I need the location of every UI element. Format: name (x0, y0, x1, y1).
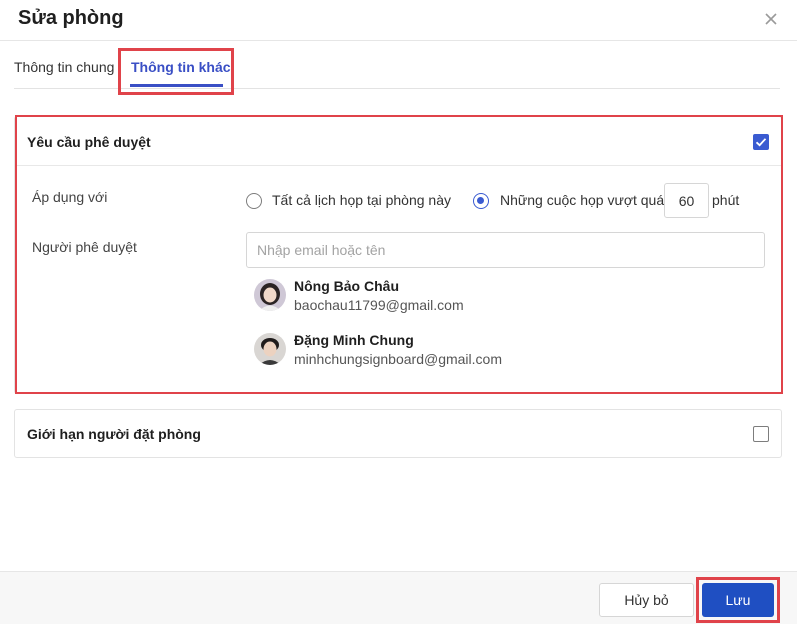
save-highlight-box (696, 577, 780, 623)
close-icon[interactable] (762, 10, 780, 28)
limit-checkbox[interactable] (753, 426, 769, 442)
tab-general-info[interactable]: Thông tin chung (14, 59, 114, 75)
approval-highlight-box (15, 115, 783, 394)
limit-section-title: Giới hạn người đặt phòng (27, 426, 201, 442)
dialog-title: Sửa phòng (18, 7, 124, 29)
tab-highlight-box (118, 48, 234, 95)
header-divider (0, 40, 797, 41)
cancel-button[interactable]: Hủy bỏ (599, 583, 694, 617)
